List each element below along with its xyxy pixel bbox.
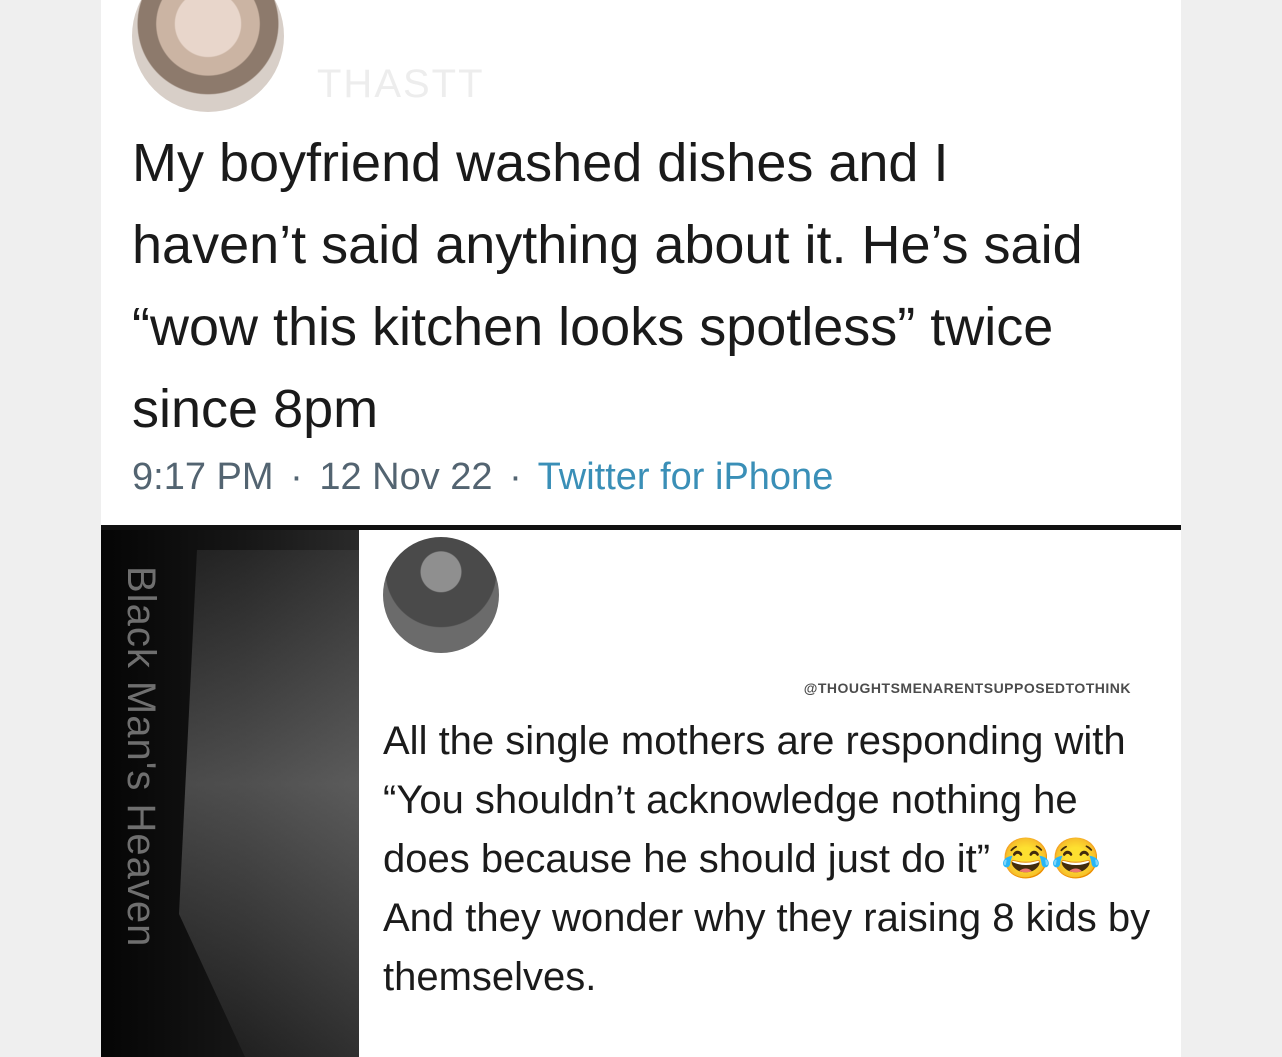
tweet-client-link[interactable]: Twitter for iPhone — [538, 456, 834, 498]
bmh-logo-graphic — [179, 550, 359, 1057]
tweet-time: 9:17 PM — [132, 456, 274, 498]
avatar[interactable] — [383, 537, 499, 653]
user-handle[interactable]: @THOUGHTSMENARENTSUPPOSEDTOTHINK — [101, 680, 1131, 696]
avatar[interactable] — [132, 0, 284, 112]
screenshot-sheet: THASTT My boyfriend washed dishes and I … — [101, 0, 1181, 1057]
meta-separator: · — [290, 456, 303, 498]
watermark-text: THASTT — [317, 62, 485, 106]
tweet-metadata: 9:17 PM · 12 Nov 22 · Twitter for iPhone — [132, 456, 833, 499]
meta-separator: · — [509, 456, 522, 498]
post-text: All the single mothers are responding wi… — [383, 719, 1151, 999]
banner-label: Black Man's Heaven — [119, 566, 163, 948]
tweet-date[interactable]: 12 Nov 22 — [319, 456, 492, 498]
tweet-text: My boyfriend washed dishes and I haven’t… — [132, 133, 1083, 439]
side-banner: Black Man's Heaven — [101, 530, 359, 1057]
